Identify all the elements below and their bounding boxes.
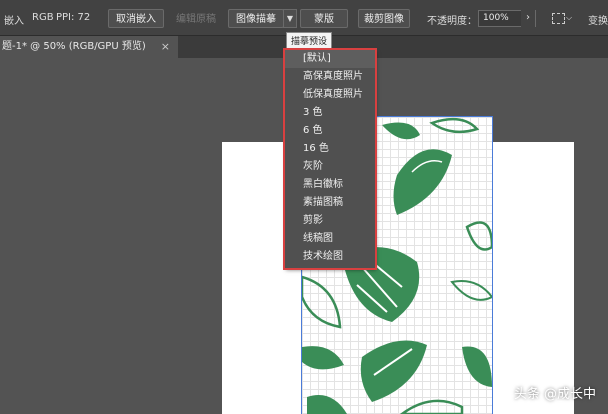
chevron-down-icon: ▼ — [286, 14, 294, 23]
opacity-arrow-icon[interactable]: › — [521, 9, 535, 28]
menu-item-technical-drawing[interactable]: 技术绘图 — [285, 248, 375, 266]
close-icon[interactable]: × — [161, 36, 170, 58]
mask-button[interactable]: 蒙版 — [300, 9, 348, 28]
control-bar: 嵌入 RGB PPI: 72 取消嵌入 编辑原稿 图像描摹 ▼ 蒙版 裁剪图像 … — [0, 0, 608, 36]
color-mode: RGB — [32, 12, 54, 23]
document-tab-title: 题-1* @ 50% (RGB/GPU 预览) — [2, 41, 146, 52]
embed-label: 嵌入 — [4, 16, 24, 27]
menu-item-low-fidelity-photo[interactable]: 低保真度照片 — [285, 86, 375, 104]
trace-preset-tooltip: 描摹预设 — [286, 32, 333, 49]
menu-item-sketched-art[interactable]: 素描图稿 — [285, 194, 375, 212]
align-icon[interactable] — [552, 13, 565, 24]
menu-item-6-colors[interactable]: 6 色 — [285, 122, 375, 140]
crop-image-button[interactable]: 裁剪图像 — [358, 9, 410, 28]
menu-item-silhouettes[interactable]: 剪影 — [285, 212, 375, 230]
watermark: 头条 @成长中 — [513, 387, 596, 402]
image-trace-button[interactable]: 图像描摹 — [228, 9, 284, 28]
align-chevron-icon[interactable]: ⌵ — [566, 13, 572, 23]
trace-preset-dropdown[interactable]: ▼ — [283, 9, 297, 28]
trace-preset-menu: [默认] 高保真度照片 低保真度照片 3 色 6 色 16 色 灰阶 黑白徽标 … — [285, 50, 375, 268]
document-tab[interactable]: 题-1* @ 50% (RGB/GPU 预览) × — [0, 36, 178, 58]
menu-item-16-colors[interactable]: 16 色 — [285, 140, 375, 158]
menu-item-line-art[interactable]: 线稿图 — [285, 230, 375, 248]
menu-item-3-colors[interactable]: 3 色 — [285, 104, 375, 122]
opacity-label: 不透明度： — [427, 16, 477, 27]
menu-item-default[interactable]: [默认] — [285, 50, 375, 68]
ppi-value: PPI: 72 — [56, 12, 91, 23]
unembed-button[interactable]: 取消嵌入 — [108, 9, 164, 28]
menu-item-high-fidelity-photo[interactable]: 高保真度照片 — [285, 68, 375, 86]
menu-item-grayscale[interactable]: 灰阶 — [285, 158, 375, 176]
edit-original-button: 编辑原稿 — [176, 14, 216, 25]
transform-label[interactable]: 变换 — [588, 12, 608, 27]
menu-item-bw-logo[interactable]: 黑白徽标 — [285, 176, 375, 194]
